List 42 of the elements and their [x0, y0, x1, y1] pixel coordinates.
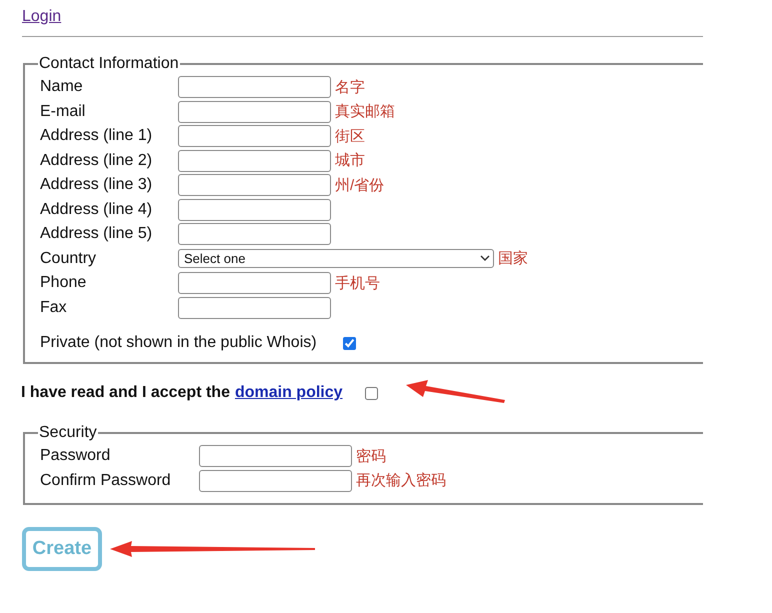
field-label: Address (line 3): [40, 176, 154, 194]
text-field[interactable]: [178, 198, 331, 221]
policy-text: I have read and I accept the: [21, 384, 230, 402]
policy-checkbox[interactable]: [364, 386, 378, 400]
text-field[interactable]: [178, 174, 331, 196]
text-field[interactable]: [178, 76, 331, 98]
field-label: Address (line 4): [40, 200, 154, 219]
field-label: Address (line 1): [40, 127, 154, 146]
field-label: Name: [40, 78, 84, 96]
chevron-down-icon: [480, 255, 490, 262]
private-label: Private (not shown in the public Whois): [40, 334, 317, 352]
annotation-note: 真实邮箱: [335, 102, 395, 122]
text-field[interactable]: [178, 100, 331, 123]
fieldset-legend: Contact Information: [38, 55, 180, 73]
field-label: Fax: [40, 298, 68, 317]
text-field[interactable]: [178, 125, 331, 148]
text-field[interactable]: [178, 150, 331, 172]
field-label: E-mail: [40, 102, 86, 121]
private-checkbox[interactable]: [342, 336, 356, 350]
text-field[interactable]: [178, 272, 331, 294]
annotation-note: 城市: [335, 151, 365, 170]
field-label: Address (line 2): [40, 152, 154, 170]
field-label: Address (line 5): [40, 225, 154, 244]
text-field[interactable]: [178, 296, 331, 319]
domain-policy-link[interactable]: domain policy: [234, 384, 343, 402]
text-field[interactable]: [178, 223, 331, 246]
annotation-note: 街区: [335, 126, 365, 146]
field-label: Phone: [40, 274, 88, 292]
annotation-note: 国家: [498, 249, 528, 268]
password-field[interactable]: [199, 445, 352, 468]
annotation-note: 州/省份: [335, 176, 384, 195]
fieldset-legend: Security: [38, 424, 98, 442]
field-label: Confirm Password: [40, 472, 172, 490]
field-label: Password: [40, 447, 112, 466]
password-field[interactable]: [199, 470, 352, 492]
annotation-note: 手机号: [335, 274, 380, 293]
country-select[interactable]: Select one: [178, 249, 494, 268]
annotation-note: 名字: [335, 78, 365, 97]
field-label: Country: [40, 250, 98, 268]
annotation-note: 再次输入密码: [356, 471, 446, 490]
login-link[interactable]: Login: [22, 6, 62, 28]
annotation-note: 密码: [356, 446, 386, 466]
